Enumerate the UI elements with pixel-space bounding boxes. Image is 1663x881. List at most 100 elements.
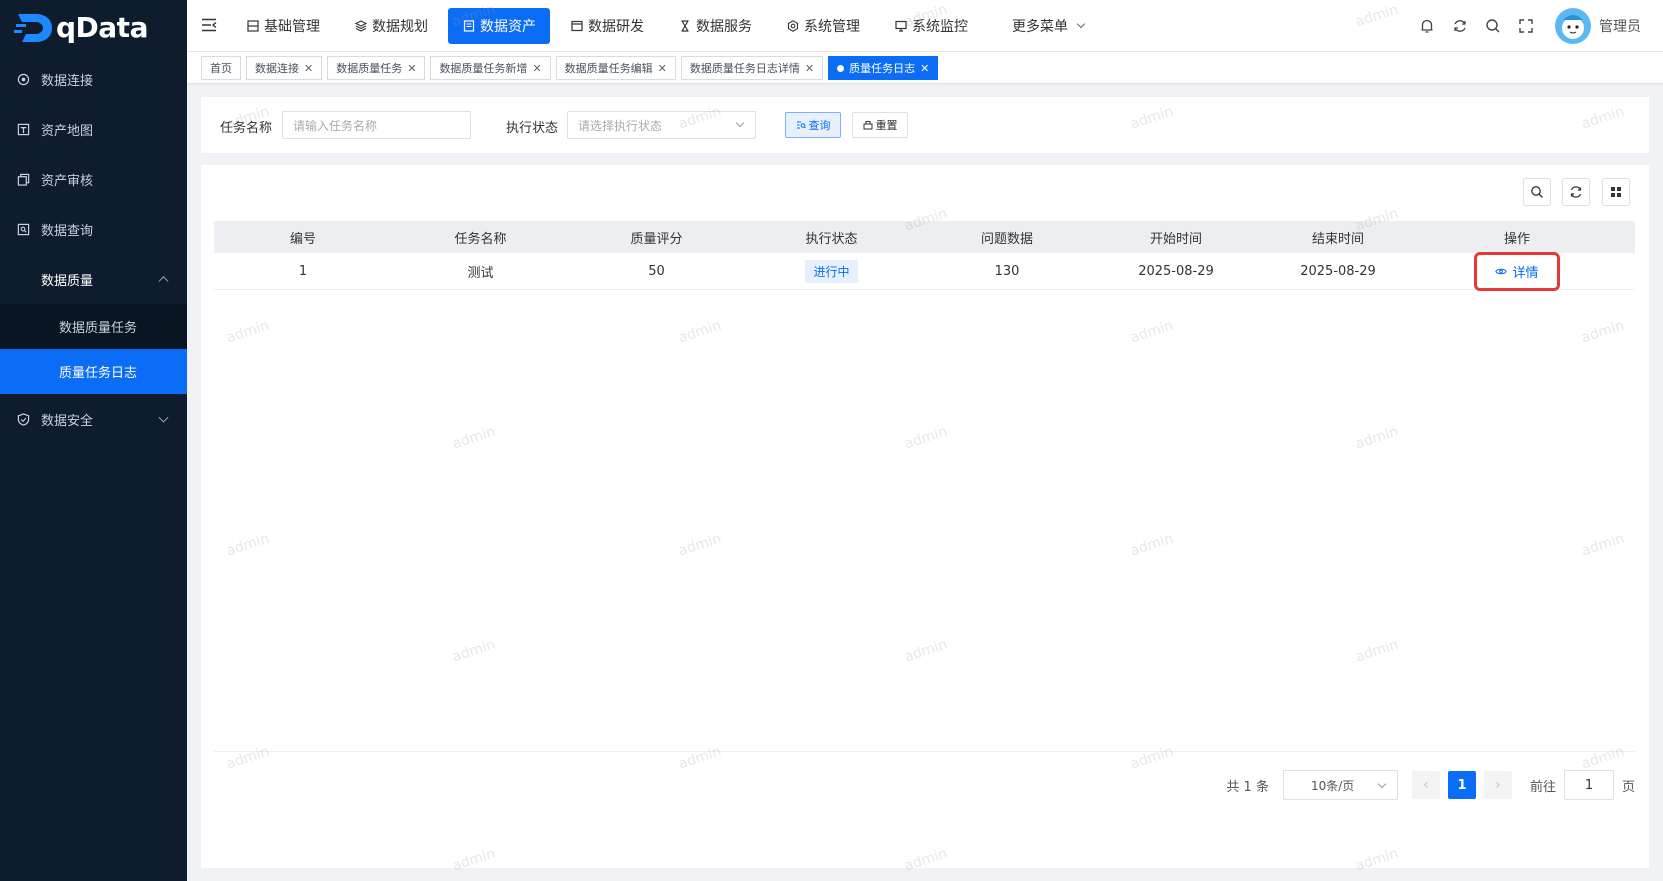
cell-task-name: 测试 [467, 265, 494, 281]
cell-end-time: 2025-08-29 [1300, 263, 1376, 279]
tabs: 首页 数据连接 ✕ 数据质量任务 ✕ 数据质量任务新增 ✕ 数据质量任务编辑 ✕ 数据质… [201, 56, 943, 80]
close-icon[interactable]: ✕ [407, 62, 416, 75]
column-header: 任务名称 [454, 231, 507, 247]
avatar[interactable] [1555, 8, 1591, 44]
bell-icon[interactable] [1418, 17, 1436, 35]
menu-fold-icon[interactable] [201, 18, 217, 32]
query-button[interactable]: 查询 [785, 112, 841, 138]
chevron-up-icon [158, 276, 169, 287]
close-icon[interactable]: ✕ [532, 62, 541, 75]
map-icon [16, 122, 30, 136]
nav-item-data-assets[interactable]: 数据资产 [448, 8, 550, 44]
nav-item-data-planning[interactable]: 数据规划 [340, 8, 442, 44]
tab-label: 首页 [210, 62, 232, 75]
nav-item-system-management[interactable]: 系统管理 [772, 8, 874, 44]
tab-label: 质量任务日志 [849, 62, 916, 75]
tab-quality-task[interactable]: 数据质量任务 ✕ [327, 56, 426, 80]
status-select[interactable]: 请选择执行状态 [567, 111, 756, 139]
task-name-label: 任务名称 [220, 121, 273, 136]
tab-quality-task-log[interactable]: 质量任务日志 ✕ [828, 56, 939, 80]
chevron-down-icon [735, 118, 745, 128]
nav-item-data-service[interactable]: 数据服务 [664, 8, 766, 44]
search-icon[interactable] [1484, 17, 1502, 35]
cell-score: 50 [648, 263, 665, 279]
tab-home[interactable]: 首页 [201, 56, 241, 80]
grid-icon [1611, 187, 1621, 197]
column-header: 质量评分 [630, 231, 683, 247]
cell-id: 1 [298, 263, 308, 279]
refresh-table-button[interactable] [1562, 178, 1590, 206]
refresh-icon[interactable] [1451, 17, 1469, 35]
tab-quality-task-edit[interactable]: 数据质量任务编辑 ✕ [555, 56, 676, 80]
app-logo[interactable]: qData [0, 0, 187, 54]
tab-quality-task-log-detail[interactable]: 数据质量任务日志详情 ✕ [680, 56, 824, 80]
sidebar-item-label: 资产地图 [41, 123, 94, 139]
sidebar-item-quality-task[interactable]: 数据质量任务 [0, 304, 187, 349]
column-header: 操作 [1503, 231, 1530, 247]
table-panel: 编号 任务名称 质量评分 执行状态 问题数据 开始时间 结束时间 操作 1 测试… [201, 165, 1649, 868]
sidebar-item-label: 数据质量任务 [59, 321, 138, 336]
tab-label: 数据质量任务 [336, 62, 403, 75]
sidebar-group-data-quality[interactable]: 数据质量 [0, 254, 187, 304]
layers-icon [354, 20, 367, 33]
close-icon[interactable]: ✕ [805, 62, 814, 75]
fullscreen-icon[interactable] [1517, 17, 1535, 35]
page-size-value: 10条/页 [1310, 778, 1355, 793]
page-number-current[interactable]: 1 [1447, 771, 1476, 799]
nav-item-basic-management[interactable]: 基础管理 [232, 8, 334, 44]
table-header: 编号 任务名称 质量评分 执行状态 问题数据 开始时间 结束时间 操作 [214, 221, 1635, 253]
toggle-search-button[interactable] [1523, 178, 1551, 206]
chevron-down-icon [1076, 19, 1086, 29]
detail-label: 详情 [1512, 265, 1539, 281]
tab-quality-task-add[interactable]: 数据质量任务新增 ✕ [430, 56, 551, 80]
chevron-left-icon: ‹ [1423, 777, 1429, 793]
nav-item-data-development[interactable]: 数据研发 [556, 8, 658, 44]
nav-item-label: 系统监控 [912, 19, 968, 35]
target-icon [16, 72, 30, 86]
page-size-select[interactable]: 10条/页 [1282, 770, 1398, 800]
tab-data-connection[interactable]: 数据连接 ✕ [246, 56, 323, 80]
detail-button[interactable]: 详情 [1474, 251, 1560, 291]
nav-item-system-monitor[interactable]: 系统监控 [880, 8, 982, 44]
cell-status: 进行中 [744, 253, 919, 289]
status-label: 执行状态 [506, 121, 559, 136]
prev-page-button[interactable]: ‹ [1411, 771, 1440, 799]
nav-item-label: 系统管理 [804, 19, 860, 35]
sidebar-item-asset-review[interactable]: 资产审核 [0, 154, 187, 204]
sidebar-group-data-security[interactable]: 数据安全 [0, 394, 187, 444]
top-bar: 基础管理 数据规划 数据资产 数据研发 数据服务 系统管理 系统监控 更多菜单 [187, 0, 1663, 52]
nav-item-label: 基础管理 [264, 19, 320, 35]
goto-unit-label: 页 [1621, 779, 1635, 795]
logo-mark-icon [14, 14, 52, 42]
close-icon[interactable]: ✕ [304, 62, 313, 75]
search-icon [1531, 186, 1543, 198]
status-badge: 进行中 [805, 259, 858, 283]
top-right-tools: 管理员 [1418, 0, 1663, 52]
sidebar-item-data-query[interactable]: 数据查询 [0, 204, 187, 254]
active-dot-icon [837, 64, 845, 72]
sidebar-item-quality-log[interactable]: 质量任务日志 [0, 349, 187, 394]
sidebar: qData 数据连接 资产地图 资产审核 数据查询 数据质量 数据质量任务 质量… [0, 0, 187, 881]
cell-start-time: 2025-08-29 [1138, 263, 1214, 279]
close-icon[interactable]: ✕ [920, 62, 929, 75]
monitor-icon [894, 20, 907, 33]
task-name-input[interactable]: 请输入任务名称 [282, 111, 471, 139]
column-header: 结束时间 [1311, 231, 1364, 247]
goto-page-input[interactable]: 1 [1563, 770, 1614, 800]
table-row: 1 测试 50 进行中 130 2025-08-29 2025-08-29 详情 [214, 251, 1635, 291]
reset-button[interactable]: 重置 [852, 112, 908, 138]
columns-button[interactable] [1602, 178, 1630, 206]
query-button-label: 查询 [808, 119, 831, 132]
reset-icon [863, 120, 873, 130]
sidebar-group-label: 数据质量 [41, 273, 94, 289]
eye-icon [1495, 268, 1508, 274]
query-icon [16, 222, 30, 236]
nav-item-more-menu[interactable]: 更多菜单 [998, 8, 1098, 44]
sidebar-item-label: 质量任务日志 [59, 366, 138, 381]
sidebar-item-asset-map[interactable]: 资产地图 [0, 104, 187, 154]
total-count: 共 1 条 [1226, 779, 1269, 795]
username[interactable]: 管理员 [1599, 16, 1641, 36]
sidebar-item-data-connection[interactable]: 数据连接 [0, 54, 187, 104]
close-icon[interactable]: ✕ [658, 62, 667, 75]
next-page-button[interactable]: › [1483, 771, 1512, 799]
